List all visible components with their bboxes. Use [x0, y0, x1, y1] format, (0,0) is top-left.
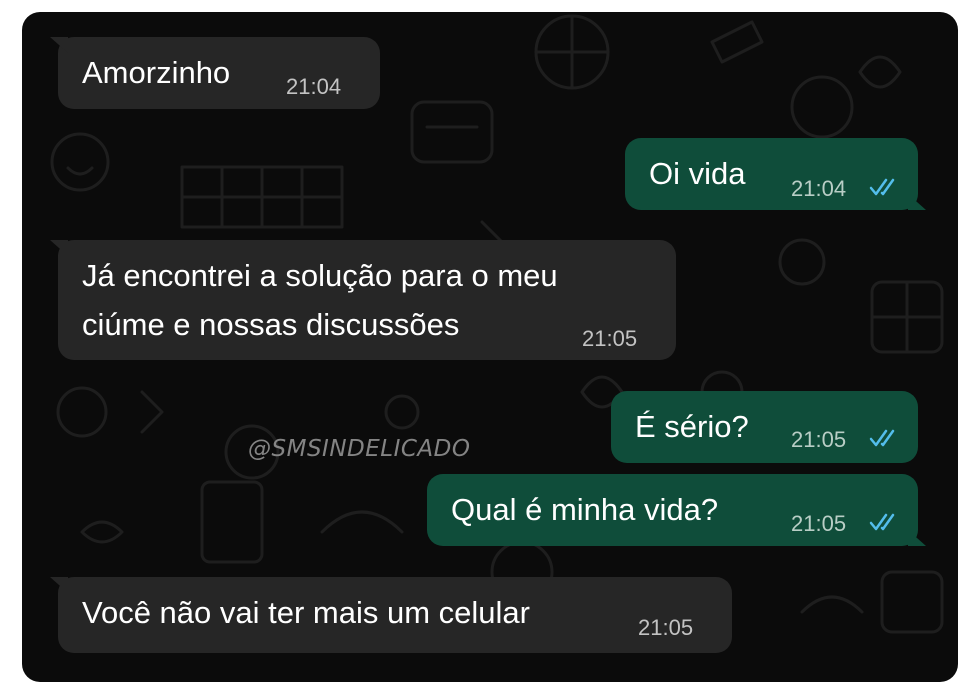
bubble-tail [50, 37, 68, 53]
chat-window: Amorzinho 21:04 Oi vida 21:04 Já encontr… [22, 12, 958, 682]
message-time: 21:05 [791, 427, 847, 452]
message-bubble-outgoing[interactable]: É sério? 21:05 [611, 391, 918, 463]
bubble-tail [908, 530, 926, 546]
message-text: Qual é minha vida? [451, 492, 719, 527]
double-check-icon [869, 429, 895, 447]
watermark-text: @SMSINDELICADO [248, 436, 471, 462]
message-text: Oi vida [649, 156, 746, 191]
message-text-line-2: ciúme e nossas discussões [82, 307, 460, 342]
message-text: Você não vai ter mais um celular [82, 595, 530, 630]
message-text-line-1: Já encontrei a solução para o meu [82, 258, 558, 293]
message-time: 21:05 [791, 511, 847, 536]
message-bubble-outgoing[interactable]: Oi vida 21:04 [625, 138, 926, 210]
message-time: 21:05 [582, 326, 638, 351]
message-bubble-incoming[interactable]: Já encontrei a solução para o meu ciúme … [50, 240, 676, 360]
bubble-tail [50, 577, 68, 593]
bubble-tail [50, 240, 68, 256]
message-text: É sério? [635, 409, 749, 444]
message-time: 21:04 [791, 176, 847, 201]
message-time: 21:04 [286, 74, 342, 99]
message-time: 21:05 [638, 615, 694, 640]
message-text: Amorzinho [82, 55, 231, 90]
message-bubble-outgoing[interactable]: Qual é minha vida? 21:05 [427, 474, 926, 546]
double-check-icon [869, 178, 895, 196]
bubble-tail [908, 194, 926, 210]
message-bubble-incoming[interactable]: Amorzinho 21:04 [50, 37, 380, 109]
message-bubble-incoming[interactable]: Você não vai ter mais um celular 21:05 [50, 577, 732, 653]
double-check-icon [869, 513, 895, 531]
